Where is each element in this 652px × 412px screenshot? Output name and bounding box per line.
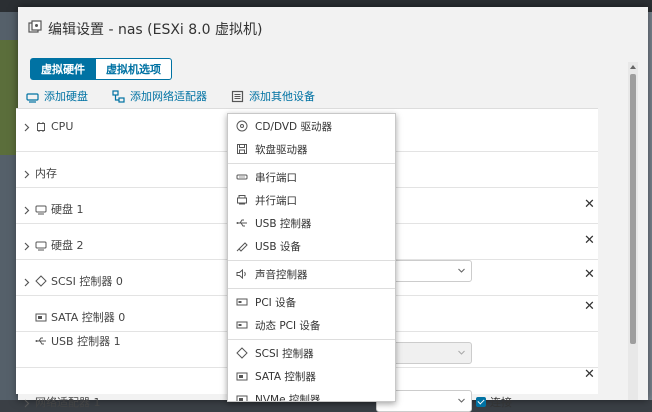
pci-icon bbox=[236, 321, 248, 329]
add-other-device-button[interactable]: 添加其他设备 bbox=[231, 88, 315, 104]
menu-item-pci-device[interactable]: PCI 设备 bbox=[228, 291, 395, 313]
menu-item-label: USB 控制器 bbox=[255, 217, 312, 230]
tab-virtual-hardware[interactable]: 虚拟硬件 bbox=[30, 58, 96, 80]
chevron-right-icon[interactable] bbox=[22, 205, 31, 214]
dialog-title: 编辑设置 - nas (ESXi 8.0 虚拟机) bbox=[28, 19, 262, 39]
menu-item-sata-controller[interactable]: SATA 控制器 bbox=[228, 365, 395, 387]
remove-device-button[interactable]: ✕ bbox=[584, 299, 595, 314]
menu-item-dynamic-pci-device[interactable]: 动态 PCI 设备 bbox=[228, 314, 395, 336]
menu-item-label: SATA 控制器 bbox=[255, 370, 316, 383]
nvme-icon bbox=[236, 395, 248, 401]
network-icon bbox=[112, 89, 125, 103]
disk-icon bbox=[35, 239, 47, 251]
cd-icon bbox=[236, 120, 248, 132]
menu-item-label: USB 设备 bbox=[255, 240, 301, 253]
scroll-up-icon bbox=[630, 65, 636, 69]
dialog-title-text: 编辑设置 - nas (ESXi 8.0 虚拟机) bbox=[48, 22, 263, 38]
scsi-icon bbox=[236, 347, 248, 359]
device-label: 硬盘 1 bbox=[51, 203, 84, 216]
menu-divider bbox=[228, 339, 395, 340]
chevron-down-icon bbox=[458, 398, 465, 403]
hardware-toolbar: 添加硬盘 添加网络适配器 添加其他设备 bbox=[26, 88, 315, 104]
disk-icon bbox=[35, 203, 47, 215]
menu-item-usb-controller[interactable]: USB 控制器 bbox=[228, 212, 395, 234]
menu-item-scsi-controller[interactable]: SCSI 控制器 bbox=[228, 342, 395, 364]
scsi-icon bbox=[35, 275, 47, 287]
sata-icon bbox=[236, 372, 248, 381]
add-network-label: 添加网络适配器 bbox=[130, 90, 207, 103]
chevron-right-icon[interactable] bbox=[22, 169, 31, 178]
add-device-menu: CD/DVD 驱动器 软盘驱动器 串行端口 并行端口 USB 控制器 USB 设… bbox=[227, 113, 396, 402]
menu-item-parallel-port[interactable]: 并行端口 bbox=[228, 189, 395, 211]
scrollbar-thumb[interactable] bbox=[630, 74, 636, 344]
device-label: SCSI 控制器 0 bbox=[51, 275, 123, 288]
usb-icon bbox=[236, 219, 247, 227]
sata-icon bbox=[35, 311, 47, 323]
add-network-button[interactable]: 添加网络适配器 bbox=[112, 88, 207, 104]
menu-item-sound-controller[interactable]: 声音控制器 bbox=[228, 263, 395, 285]
floppy-icon bbox=[237, 144, 247, 154]
checkbox-checked-icon bbox=[476, 397, 486, 407]
connect-label: 连接 bbox=[490, 396, 512, 409]
vm-settings-icon bbox=[28, 20, 42, 38]
chevron-down-icon bbox=[458, 268, 465, 273]
remove-device-button[interactable]: ✕ bbox=[584, 233, 595, 248]
parallel-port-icon bbox=[237, 195, 247, 205]
disk-icon bbox=[26, 92, 39, 103]
usb-icon bbox=[35, 335, 47, 347]
menu-item-label: 串行端口 bbox=[255, 171, 297, 184]
chevron-right-icon[interactable] bbox=[22, 277, 31, 286]
remove-device-button[interactable]: ✕ bbox=[584, 267, 595, 282]
menu-divider bbox=[228, 260, 395, 261]
menu-divider bbox=[228, 288, 395, 289]
add-other-device-label: 添加其他设备 bbox=[249, 90, 315, 103]
serial-port-icon bbox=[236, 174, 248, 180]
menu-item-label: PCI 设备 bbox=[255, 296, 297, 309]
menu-item-floppy[interactable]: 软盘驱动器 bbox=[228, 138, 395, 160]
menu-item-label: CD/DVD 驱动器 bbox=[255, 120, 332, 133]
device-label: 硬盘 2 bbox=[51, 239, 84, 252]
device-label: 网络适配器 1 bbox=[35, 396, 101, 409]
tab-bar: 虚拟硬件 虚拟机选项 bbox=[30, 58, 172, 80]
device-label: 内存 bbox=[35, 167, 57, 180]
menu-item-serial-port[interactable]: 串行端口 bbox=[228, 166, 395, 188]
add-disk-label: 添加硬盘 bbox=[44, 90, 88, 103]
chevron-right-icon[interactable] bbox=[22, 122, 31, 132]
menu-item-label: 软盘驱动器 bbox=[255, 143, 308, 156]
sound-icon bbox=[236, 268, 246, 280]
usb-device-icon bbox=[236, 242, 248, 252]
chevron-right-icon[interactable] bbox=[22, 241, 31, 250]
device-row-network-label: 网络适配器 1 bbox=[22, 394, 101, 410]
pci-icon bbox=[236, 298, 248, 306]
chevron-right-icon[interactable] bbox=[22, 398, 31, 407]
connect-checkbox[interactable]: 连接 bbox=[476, 394, 512, 410]
chevron-down-icon bbox=[458, 350, 465, 355]
remove-device-button[interactable]: ✕ bbox=[584, 197, 595, 212]
menu-item-label: SCSI 控制器 bbox=[255, 347, 314, 360]
menu-item-label: NVMe 控制器 bbox=[255, 393, 321, 402]
menu-item-label: 并行端口 bbox=[255, 194, 297, 207]
vertical-scrollbar[interactable] bbox=[628, 62, 638, 400]
add-disk-button[interactable]: 添加硬盘 bbox=[26, 88, 88, 104]
menu-item-usb-device[interactable]: USB 设备 bbox=[228, 235, 395, 257]
menu-item-label: 声音控制器 bbox=[255, 268, 308, 281]
remove-device-button[interactable]: ✕ bbox=[584, 367, 595, 382]
tab-vm-options[interactable]: 虚拟机选项 bbox=[96, 58, 172, 80]
cpu-icon bbox=[35, 121, 47, 133]
device-label: USB 控制器 1 bbox=[51, 335, 121, 348]
menu-item-label: 动态 PCI 设备 bbox=[255, 319, 321, 332]
device-label: CPU bbox=[51, 120, 74, 133]
device-label: SATA 控制器 0 bbox=[51, 311, 126, 324]
device-list-icon bbox=[231, 90, 244, 102]
menu-item-cd-dvd[interactable]: CD/DVD 驱动器 bbox=[228, 115, 395, 137]
menu-divider bbox=[228, 163, 395, 164]
